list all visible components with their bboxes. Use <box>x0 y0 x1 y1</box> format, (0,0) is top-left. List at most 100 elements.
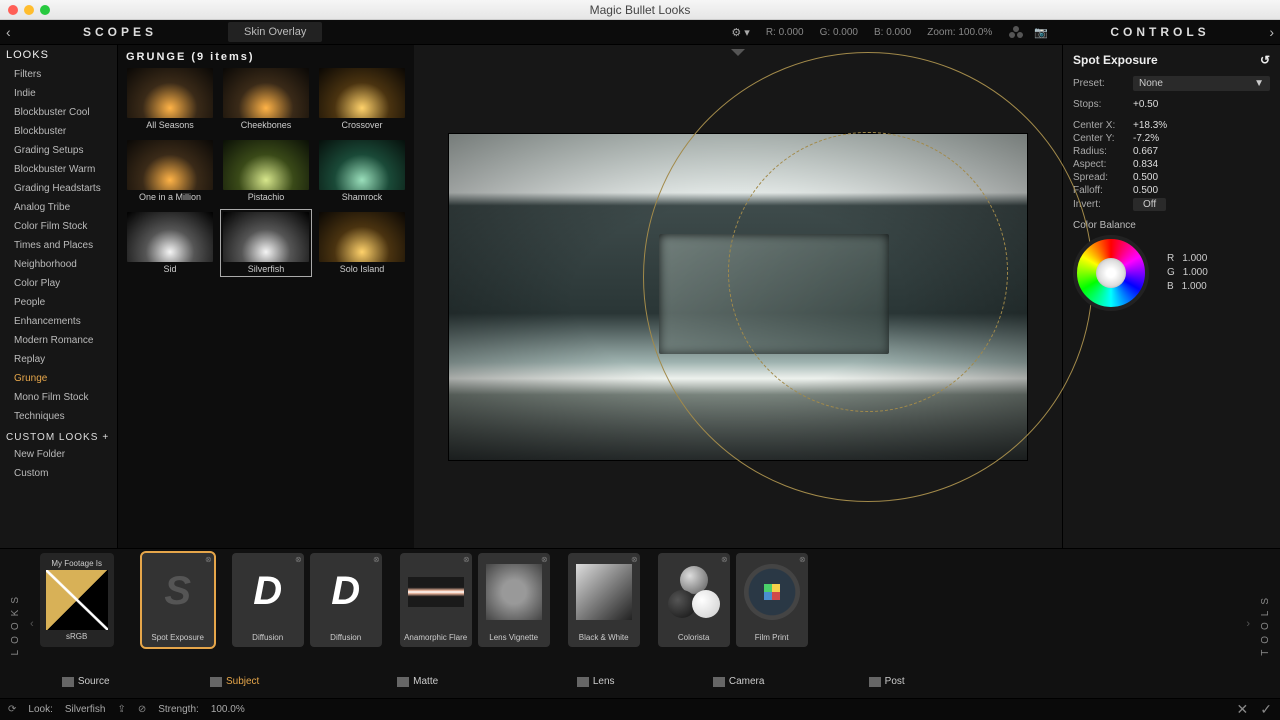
tool-icon <box>478 553 550 630</box>
dropdown-triangle-icon[interactable] <box>731 49 745 56</box>
scopes-expand-arrow[interactable]: ‹ <box>0 24 20 40</box>
category-item[interactable]: Filters <box>0 65 117 84</box>
chain-tool[interactable]: ⊗Black & White <box>568 553 640 647</box>
tool-remove-icon[interactable]: ⊗ <box>205 555 212 564</box>
custom-look-item[interactable]: Custom <box>0 464 117 483</box>
category-item[interactable]: Modern Romance <box>0 331 117 350</box>
window-title: Magic Bullet Looks <box>590 3 691 17</box>
category-item[interactable]: Blockbuster Warm <box>0 160 117 179</box>
preset-thumb[interactable]: All Seasons <box>124 65 216 133</box>
category-item[interactable]: People <box>0 293 117 312</box>
invert-toggle[interactable]: Off <box>1133 198 1166 211</box>
settings-gear-icon[interactable]: ⚙ ▾ <box>731 26 749 39</box>
stage-post[interactable]: Post <box>802 673 972 690</box>
tool-remove-icon[interactable]: ⊗ <box>721 555 728 564</box>
spot-exposure-inner-circle[interactable] <box>728 132 1008 412</box>
window-minimize-button[interactable] <box>24 5 34 15</box>
chain-tool[interactable]: ⊗Film Print <box>736 553 808 647</box>
category-item[interactable]: Grading Setups <box>0 141 117 160</box>
controls-header[interactable]: CONTROLS <box>1060 25 1260 39</box>
refresh-icon[interactable]: ⟳ <box>8 704 16 715</box>
category-item[interactable]: Mono Film Stock <box>0 388 117 407</box>
tool-remove-icon[interactable]: ⊗ <box>463 555 470 564</box>
window-zoom-button[interactable] <box>40 5 50 15</box>
snapshot-camera-icon[interactable]: 📷 <box>1034 26 1048 39</box>
preset-thumb[interactable]: Crossover <box>316 65 408 133</box>
category-item[interactable]: Neighborhood <box>0 255 117 274</box>
preset-thumb[interactable]: Silverfish <box>220 209 312 277</box>
my-footage-tile[interactable]: My Footage Is sRGB <box>40 553 114 647</box>
strength-value[interactable]: 100.0% <box>211 704 245 715</box>
category-item[interactable]: Enhancements <box>0 312 117 331</box>
disable-icon[interactable]: ⊘ <box>138 704 146 715</box>
browser-title: GRUNGE (9 items) <box>124 45 408 65</box>
reset-icon[interactable]: ↺ <box>1260 53 1270 67</box>
export-icon[interactable]: ⇪ <box>117 704 125 715</box>
stage-lens[interactable]: Lens <box>516 673 676 690</box>
controls-panel: Spot Exposure↺ Preset:None▼ Stops:+0.50C… <box>1062 45 1280 548</box>
preset-thumb[interactable]: Cheekbones <box>220 65 312 133</box>
param-value[interactable]: -7.2% <box>1133 133 1159 144</box>
preview-viewer[interactable] <box>414 45 1062 548</box>
category-item[interactable]: Techniques <box>0 407 117 426</box>
window-close-button[interactable] <box>8 5 18 15</box>
param-value[interactable]: +18.3% <box>1133 120 1167 131</box>
category-item[interactable]: Indie <box>0 84 117 103</box>
tab-skin-overlay[interactable]: Skin Overlay <box>228 22 322 42</box>
preset-thumb-image <box>319 68 405 118</box>
category-item[interactable]: Analog Tribe <box>0 198 117 217</box>
stage-source[interactable]: Source <box>40 673 132 690</box>
custom-looks-header[interactable]: CUSTOM LOOKS+ <box>0 426 117 445</box>
tool-icon: S <box>142 553 214 630</box>
category-item[interactable]: Times and Places <box>0 236 117 255</box>
category-item[interactable]: Color Play <box>0 274 117 293</box>
param-value[interactable]: 0.834 <box>1133 159 1158 170</box>
param-label: Spread: <box>1073 172 1133 183</box>
preset-thumb[interactable]: Sid <box>124 209 216 277</box>
control-title: Spot Exposure <box>1073 53 1158 67</box>
tool-remove-icon[interactable]: ⊗ <box>373 555 380 564</box>
cancel-icon[interactable]: ✕ <box>1237 701 1249 718</box>
stage-subject[interactable]: Subject <box>150 673 320 690</box>
param-value[interactable]: 0.500 <box>1133 172 1158 183</box>
param-value[interactable]: 0.500 <box>1133 185 1158 196</box>
stage-camera[interactable]: Camera <box>694 673 784 690</box>
preset-dropdown[interactable]: None▼ <box>1133 76 1270 91</box>
scopes-header[interactable]: SCOPES <box>20 25 220 39</box>
category-item[interactable]: Blockbuster <box>0 122 117 141</box>
stage-matte[interactable]: Matte <box>338 673 498 690</box>
preset-thumb-image <box>127 68 213 118</box>
category-item[interactable]: Grunge <box>0 369 117 388</box>
tool-remove-icon[interactable]: ⊗ <box>631 555 638 564</box>
chain-tool[interactable]: ⊗DDiffusion <box>232 553 304 647</box>
chain-tool[interactable]: ⊗Anamorphic Flare <box>400 553 472 647</box>
chain-tool[interactable]: ⊗DDiffusion <box>310 553 382 647</box>
preset-thumb[interactable]: Pistachio <box>220 137 312 205</box>
accept-icon[interactable]: ✓ <box>1260 701 1272 718</box>
chain-tool[interactable]: ⊗Lens Vignette <box>478 553 550 647</box>
tools-drawer-label[interactable]: TOOLS <box>1250 549 1280 698</box>
param-value[interactable]: 0.667 <box>1133 146 1158 157</box>
chain-tool[interactable]: ⊗SSpot Exposure <box>142 553 214 647</box>
tool-remove-icon[interactable]: ⊗ <box>541 555 548 564</box>
custom-look-item[interactable]: New Folder <box>0 445 117 464</box>
preset-thumb[interactable]: Solo Island <box>316 209 408 277</box>
preset-thumb-label: Pistachio <box>248 192 285 202</box>
looks-section-header: LOOKS <box>0 45 117 65</box>
scope-indicator-icon[interactable] <box>1008 24 1024 40</box>
tool-remove-icon[interactable]: ⊗ <box>295 555 302 564</box>
chain-tool[interactable]: ⊗Colorista <box>658 553 730 647</box>
looks-drawer-label[interactable]: LOOKS <box>0 549 30 698</box>
category-item[interactable]: Color Film Stock <box>0 217 117 236</box>
controls-expand-arrow[interactable]: › <box>1260 24 1280 40</box>
param-value[interactable]: +0.50 <box>1133 99 1158 110</box>
param-label: Center Y: <box>1073 133 1133 144</box>
tool-remove-icon[interactable]: ⊗ <box>799 555 806 564</box>
category-item[interactable]: Blockbuster Cool <box>0 103 117 122</box>
category-item[interactable]: Grading Headstarts <box>0 179 117 198</box>
color-balance-wheel[interactable] <box>1073 235 1149 311</box>
preset-thumb[interactable]: Shamrock <box>316 137 408 205</box>
preset-thumb[interactable]: One in a Million <box>124 137 216 205</box>
category-item[interactable]: Replay <box>0 350 117 369</box>
preset-thumb-image <box>319 140 405 190</box>
